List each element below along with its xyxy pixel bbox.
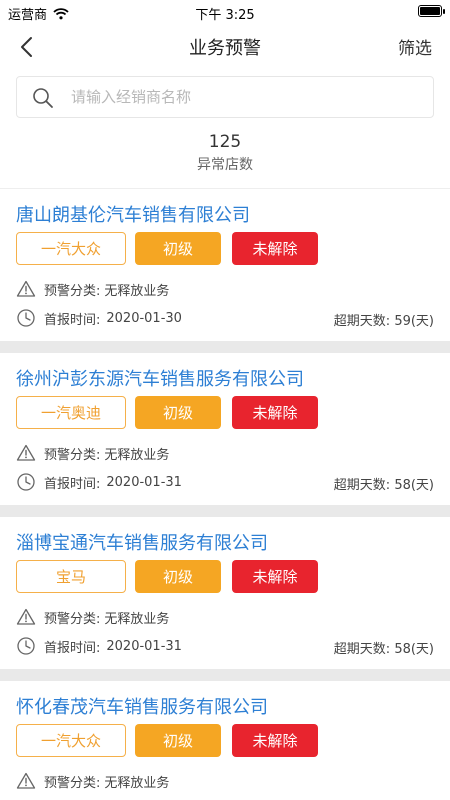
category-value: 无释放业务 — [104, 775, 170, 791]
warning-triangle-icon — [16, 280, 36, 297]
clock-icon — [17, 637, 35, 655]
first-report-date: 2020-01-30 — [106, 310, 182, 326]
overdue-days: 超期天数: 58(天) — [334, 638, 434, 657]
nav-bar: 业务预警 筛选 — [0, 24, 450, 70]
overdue-days: 超期天数: 59(天) — [334, 310, 434, 329]
tag-group: 一汽大众 初级 未解除 — [16, 724, 318, 757]
warning-triangle-icon — [16, 772, 36, 789]
category-label: 预警分类: — [44, 447, 101, 463]
search-bar[interactable] — [16, 76, 434, 118]
overdue-value: 58(天) — [394, 642, 434, 657]
overdue-label: 超期天数: — [333, 314, 391, 329]
dealer-name[interactable]: 唐山朗基伦汽车销售有限公司 — [16, 201, 250, 227]
abnormal-summary: 125 异常店数 — [0, 130, 450, 176]
overdue-days: 超期天数: 58(天) — [334, 474, 434, 493]
level-badge: 初级 — [135, 396, 221, 429]
category-row: 预警分类: 无释放业务 — [16, 607, 169, 627]
first-report-label: 首报时间: — [44, 640, 101, 656]
category-value: 无释放业务 — [104, 283, 170, 299]
dealer-name[interactable]: 徐州沪彭东源汽车销售服务有限公司 — [16, 365, 304, 391]
filter-button[interactable]: 筛选 — [398, 34, 432, 59]
warning-triangle-icon — [16, 608, 36, 625]
chevron-left-icon[interactable] — [12, 32, 42, 62]
overdue-value: 59(天) — [394, 314, 434, 329]
brand-tag: 宝马 — [16, 560, 126, 593]
status-badge: 未解除 — [232, 724, 318, 757]
first-report-row: 首报时间: 2020-01-30 — [16, 308, 182, 328]
dealer-card[interactable]: 淄博宝通汽车销售服务有限公司 宝马 初级 未解除 预警分类: 无释放业务 首报时… — [0, 517, 450, 669]
first-report-date: 2020-01-31 — [106, 474, 182, 490]
abnormal-count: 125 — [208, 132, 242, 152]
level-badge: 初级 — [135, 232, 221, 265]
dealer-card[interactable]: 徐州沪彭东源汽车销售服务有限公司 一汽奥迪 初级 未解除 预警分类: 无释放业务… — [0, 353, 450, 505]
status-badge: 未解除 — [232, 232, 318, 265]
level-badge: 初级 — [135, 560, 221, 593]
category-label: 预警分类: — [44, 611, 101, 627]
status-time: 下午 3:25 — [195, 8, 255, 23]
category-row: 预警分类: 无释放业务 — [16, 771, 169, 791]
abnormal-count-label: 异常店数 — [197, 157, 253, 173]
tag-group: 宝马 初级 未解除 — [16, 560, 318, 593]
dealer-card[interactable]: 唐山朗基伦汽车销售有限公司 一汽大众 初级 未解除 预警分类: 无释放业务 首报… — [0, 189, 450, 341]
battery-icon — [418, 5, 445, 17]
dealer-card[interactable]: 怀化春茂汽车销售服务有限公司 一汽大众 初级 未解除 预警分类: 无释放业务 — [0, 681, 450, 800]
card-separator — [0, 341, 450, 353]
status-bar: 运营商 下午 3:25 — [0, 0, 450, 24]
first-report-label: 首报时间: — [44, 476, 101, 492]
brand-tag: 一汽大众 — [16, 232, 126, 265]
category-row: 预警分类: 无释放业务 — [16, 443, 169, 463]
overdue-label: 超期天数: — [333, 642, 391, 657]
dealer-list: 唐山朗基伦汽车销售有限公司 一汽大众 初级 未解除 预警分类: 无释放业务 首报… — [0, 189, 450, 800]
overdue-label: 超期天数: — [333, 478, 391, 493]
first-report-label: 首报时间: — [44, 312, 101, 328]
tag-group: 一汽奥迪 初级 未解除 — [16, 396, 318, 429]
warning-triangle-icon — [16, 444, 36, 461]
search-input[interactable] — [71, 77, 421, 117]
card-separator — [0, 505, 450, 517]
category-label: 预警分类: — [44, 283, 101, 299]
category-value: 无释放业务 — [104, 447, 170, 463]
dealer-name[interactable]: 淄博宝通汽车销售服务有限公司 — [16, 529, 268, 555]
status-badge: 未解除 — [232, 560, 318, 593]
tag-group: 一汽大众 初级 未解除 — [16, 232, 318, 265]
category-value: 无释放业务 — [104, 611, 170, 627]
first-report-row: 首报时间: 2020-01-31 — [16, 636, 182, 656]
first-report-date: 2020-01-31 — [106, 638, 182, 654]
status-badge: 未解除 — [232, 396, 318, 429]
first-report-row: 首报时间: 2020-01-31 — [16, 472, 182, 492]
brand-tag: 一汽大众 — [16, 724, 126, 757]
brand-tag: 一汽奥迪 — [16, 396, 126, 429]
search-icon — [33, 88, 53, 108]
page-title: 业务预警 — [189, 38, 261, 59]
category-row: 预警分类: 无释放业务 — [16, 279, 169, 299]
level-badge: 初级 — [135, 724, 221, 757]
overdue-value: 58(天) — [394, 478, 434, 493]
clock-icon — [17, 309, 35, 327]
category-label: 预警分类: — [44, 775, 101, 791]
dealer-name[interactable]: 怀化春茂汽车销售服务有限公司 — [16, 693, 268, 719]
card-separator — [0, 669, 450, 681]
clock-icon — [17, 473, 35, 491]
